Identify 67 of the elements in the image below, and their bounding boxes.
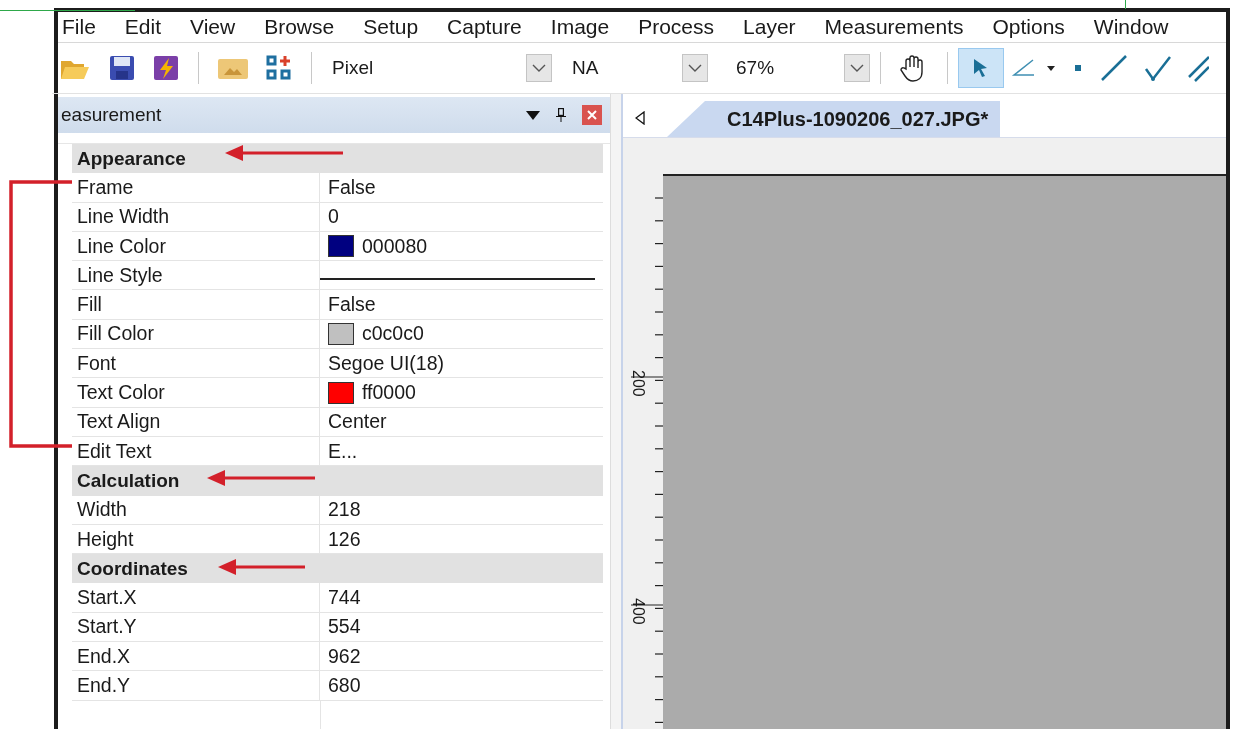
property-name: Line Color [72, 231, 320, 261]
property-value[interactable]: Center [328, 410, 387, 434]
menu-item[interactable]: Layer [743, 15, 796, 39]
line-style-sample[interactable] [320, 278, 595, 281]
property-name: Line Style [72, 261, 320, 290]
property-value[interactable]: 680 [328, 674, 361, 697]
property-name: Height [72, 524, 320, 554]
property-value[interactable]: c0c0c0 [362, 322, 424, 346]
scroll-left-icon[interactable] [635, 111, 645, 125]
property-value[interactable]: 126 [328, 527, 361, 551]
menu-item[interactable]: Options [992, 15, 1065, 39]
toolbar-dropdown[interactable]: NA [558, 51, 708, 85]
panel-title: easurement [60, 104, 163, 126]
pointer-tool-icon[interactable] [958, 48, 1004, 88]
property-value[interactable]: 744 [328, 586, 361, 610]
dropdown-icon[interactable] [526, 110, 540, 120]
property-value[interactable]: E... [328, 439, 358, 463]
property-value[interactable]: 218 [328, 498, 361, 522]
property-value[interactable]: ff0000 [362, 381, 416, 404]
menu-item[interactable]: Window [1093, 15, 1169, 39]
toolbar-dropdown[interactable]: 67% [718, 51, 870, 85]
menu-item[interactable]: Capture [447, 15, 522, 39]
category-header[interactable]: Appearance [72, 144, 603, 174]
property-name: End.X [72, 642, 320, 671]
ruler-label: 200 [629, 370, 647, 397]
ruler-label: 400 [629, 598, 647, 625]
menu-item[interactable]: Browse [264, 15, 335, 39]
property-name: Line Width [72, 202, 320, 231]
menu-item[interactable]: Measurements [824, 15, 964, 39]
add-grid-icon[interactable] [266, 55, 292, 81]
property-name: Text Align [72, 407, 320, 436]
pin-icon[interactable] [556, 108, 566, 122]
property-value[interactable]: 962 [328, 644, 361, 668]
menu-item[interactable]: Edit [124, 15, 162, 39]
menu-item[interactable]: Process [638, 15, 715, 39]
caret-icon[interactable] [850, 64, 864, 72]
lightning-icon[interactable] [153, 55, 179, 81]
menu-item[interactable]: Setup [363, 15, 419, 39]
property-value[interactable]: False [328, 175, 376, 199]
category-header[interactable]: Coordinates [72, 554, 603, 584]
property-value[interactable]: 0 [328, 205, 339, 229]
property-name: Fill Color [72, 319, 320, 349]
property-name: Start.Y [72, 612, 320, 642]
property-name: Font [72, 349, 320, 378]
document-tab[interactable]: C14Plus-1090206_027.JPG* [667, 101, 1001, 137]
property-name: Text Color [72, 378, 320, 407]
menu-item[interactable]: Image [550, 15, 610, 39]
property-name: Edit Text [72, 436, 320, 466]
property-name: Start.X [72, 583, 320, 612]
toolbar-dropdown[interactable]: Pixel [322, 51, 552, 85]
property-value[interactable]: Segoe UI(18) [328, 351, 444, 375]
menu-item[interactable]: View [190, 15, 236, 39]
close-button[interactable] [582, 105, 602, 125]
property-name: Frame [72, 173, 320, 202]
category-header[interactable]: Calculation [72, 466, 603, 496]
property-value[interactable]: 554 [328, 615, 361, 639]
property-name: Width [72, 495, 320, 524]
property-value[interactable]: False [328, 293, 376, 317]
caret-icon[interactable] [532, 64, 546, 72]
property-name: Fill [72, 290, 320, 319]
property-value[interactable]: 000080 [362, 234, 428, 258]
property-name: End.Y [72, 671, 320, 700]
caret-icon[interactable] [688, 64, 702, 72]
save-icon[interactable] [109, 55, 135, 81]
picture-folder-icon[interactable] [218, 56, 248, 80]
close-icon[interactable] [587, 110, 597, 120]
menu-item[interactable]: File [62, 15, 96, 39]
